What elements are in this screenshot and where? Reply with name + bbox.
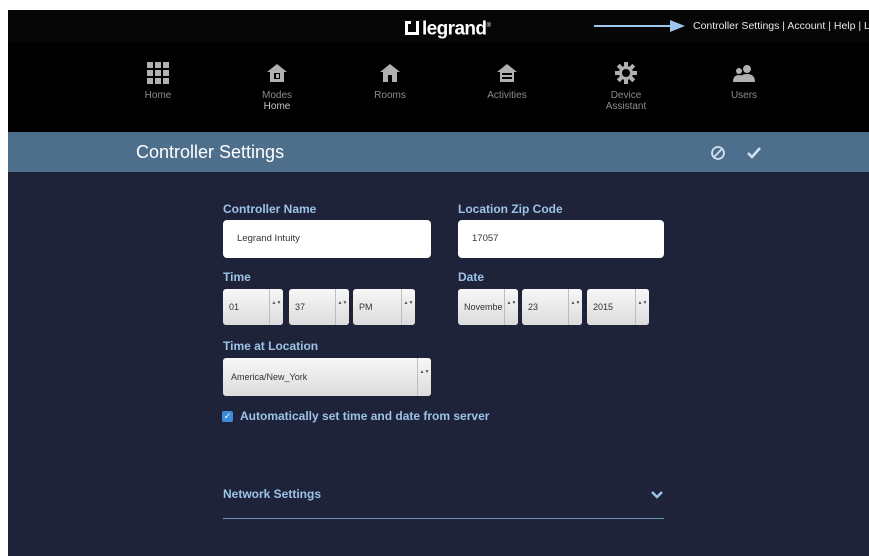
arrow-right-icon: [594, 20, 685, 32]
year-select[interactable]: 2015 ▲▼: [587, 289, 649, 325]
activities-house-icon: [497, 64, 517, 82]
controller-name-label: Controller Name: [223, 202, 317, 216]
timezone-value: America/New_York: [231, 372, 308, 382]
nav-label: Rooms: [374, 90, 406, 101]
controller-name-input[interactable]: Legrand Intuity: [223, 220, 431, 258]
nav-sublabel: Assistant: [605, 101, 647, 112]
divider: [223, 518, 664, 519]
nav-label: Activities: [487, 90, 527, 101]
nav-item-device-assistant[interactable]: Device Assistant: [586, 62, 666, 112]
legrand-logo: legrand®: [405, 10, 491, 42]
timezone-label: Time at Location: [223, 339, 319, 353]
timezone-select[interactable]: America/New_York ▲▼: [223, 358, 431, 396]
select-arrows-icon: ▲▼: [417, 358, 431, 396]
nav-item-activities[interactable]: Activities: [467, 62, 547, 101]
zip-code-label: Location Zip Code: [458, 202, 563, 216]
top-bar: legrand® Controller Settings | Account |…: [8, 10, 869, 42]
minute-value: 37: [295, 302, 306, 312]
ampm-value: PM: [359, 302, 373, 312]
minute-select[interactable]: 37 ▲▼: [289, 289, 349, 325]
nav-label: Home: [144, 90, 172, 101]
month-value: Novembe: [464, 302, 503, 312]
year-value: 2015: [593, 302, 614, 312]
nav-label: Device: [610, 90, 642, 101]
select-arrows-icon: ▲▼: [568, 289, 582, 325]
gear-icon: [615, 62, 637, 84]
time-label: Time: [223, 270, 251, 284]
nav-item-modes[interactable]: Modes Home: [237, 62, 317, 112]
main-nav: Home Modes Home Rooms Activities Device …: [8, 42, 869, 132]
ampm-select[interactable]: PM ▲▼: [353, 289, 415, 325]
select-arrows-icon: ▲▼: [269, 289, 283, 325]
nav-item-home[interactable]: Home: [118, 62, 198, 101]
grid-icon: [147, 62, 169, 84]
select-arrows-icon: ▲▼: [504, 289, 518, 325]
select-arrows-icon: ▲▼: [635, 289, 649, 325]
select-arrows-icon: ▲▼: [401, 289, 415, 325]
nav-item-rooms[interactable]: Rooms: [350, 62, 430, 101]
auto-time-checkbox[interactable]: ✓: [222, 411, 233, 422]
nav-label: Users: [730, 90, 758, 101]
settings-panel: Controller Name Legrand Intuity Location…: [8, 172, 869, 556]
cancel-icon[interactable]: [710, 145, 726, 161]
select-arrows-icon: ▲▼: [335, 289, 349, 325]
page-title-bar: Controller Settings: [8, 132, 869, 172]
legrand-logo-mark-icon: [405, 21, 419, 36]
date-label: Date: [458, 270, 485, 284]
zip-code-input[interactable]: 17057: [458, 220, 664, 258]
hour-value: 01: [229, 302, 240, 312]
registered-mark: ®: [486, 23, 491, 29]
header-links[interactable]: Controller Settings | Account | Help | L…: [693, 10, 869, 42]
logo-text: legrand: [422, 18, 487, 40]
month-select[interactable]: Novembe ▲▼: [458, 289, 518, 325]
day-select[interactable]: 23 ▲▼: [522, 289, 582, 325]
chevron-down-icon[interactable]: [650, 490, 664, 500]
nav-sublabel: Home: [263, 101, 291, 112]
network-settings-toggle[interactable]: Network Settings: [223, 487, 321, 501]
house-icon: [380, 64, 400, 82]
modes-house-icon: [267, 64, 287, 82]
day-value: 23: [528, 302, 539, 312]
checkmark-icon[interactable]: [746, 145, 762, 161]
page-title: Controller Settings: [136, 142, 285, 162]
nav-item-users[interactable]: Users: [704, 62, 784, 101]
users-icon: [733, 65, 755, 82]
hour-select[interactable]: 01 ▲▼: [223, 289, 283, 325]
auto-time-label[interactable]: Automatically set time and date from ser…: [240, 409, 489, 423]
nav-label: Modes: [261, 90, 292, 101]
